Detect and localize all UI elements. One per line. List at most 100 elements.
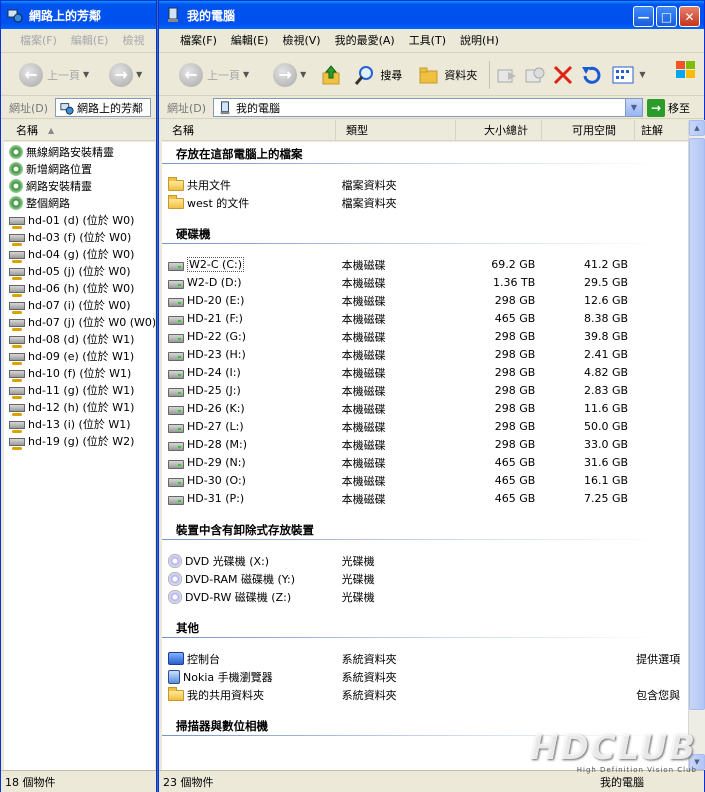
menu-tools[interactable]: 工具(T) [402,31,453,51]
group-header[interactable]: 裝置中含有卸除式存放裝置 [176,522,314,538]
col-name[interactable]: 名稱 [162,120,336,140]
file-row[interactable]: HD-22 (G:) 本機磁碟 298 GB 39.8 GB [168,328,688,345]
network-item[interactable]: hd-04 (g) (位於 W0) [9,245,155,263]
group-header[interactable]: 掃描器與數位相機 [176,718,268,734]
file-row[interactable]: W2-D (D:) 本機磁碟 1.36 TB 29.5 GB [168,274,688,291]
left-menu-file[interactable]: 檔案(F) [13,31,64,51]
file-row[interactable]: HD-26 (K:) 本機磁碟 298 GB 11.6 GB [168,400,688,417]
cd-drive-icon [168,571,182,586]
network-item[interactable]: hd-10 (f) (位於 W1) [9,364,155,382]
file-type: 本機磁碟 [341,294,386,308]
file-row[interactable]: HD-25 (J:) 本機磁碟 298 GB 2.83 GB [168,382,688,399]
right-title-bar[interactable]: 我的電腦 — □ ✕ [159,1,704,29]
file-row[interactable]: HD-30 (O:) 本機磁碟 465 GB 16.1 GB [168,472,688,489]
network-item[interactable]: hd-09 (e) (位於 W1) [9,347,155,365]
shared-drive-icon [168,279,184,289]
move-to-button[interactable] [496,59,518,91]
file-row[interactable]: HD-31 (P:) 本機磁碟 465 GB 7.25 GB [168,490,688,507]
views-button[interactable]: ▼ [612,59,645,91]
network-item[interactable]: hd-06 (h) (位於 W0) [9,279,155,297]
network-item[interactable]: 無線網路安裝精靈 [9,143,155,160]
network-drive-icon [9,301,25,314]
group-header[interactable]: 存放在這部電腦上的檔案 [176,146,303,162]
file-row[interactable]: DVD-RAM 磁碟機 (Y:) 光碟機 [168,570,688,587]
left-back-button[interactable]: ← 上一頁 ▼ [19,59,89,91]
file-row[interactable]: HD-24 (I:) 本機磁碟 298 GB 4.82 GB [168,364,688,381]
file-type: 本機磁碟 [341,402,386,416]
views-dropdown-icon[interactable]: ▼ [639,70,645,79]
minimize-button[interactable]: — [633,6,654,27]
maximize-button[interactable]: □ [656,6,677,27]
network-item[interactable]: hd-07 (j) (位於 W0 (W0)) [9,313,155,331]
file-row[interactable]: W2-C (C:) 本機磁碟 69.2 GB 41.2 GB [168,256,688,273]
group-header[interactable]: 硬碟機 [176,226,211,242]
file-row[interactable]: HD-29 (N:) 本機磁碟 465 GB 31.6 GB [168,454,688,471]
network-item[interactable]: hd-08 (d) (位於 W1) [9,330,155,348]
file-row[interactable]: 我的共用資料夾 系統資料夾 包含您與 [168,686,688,703]
left-menu-edit[interactable]: 編輯(E) [64,31,116,51]
file-row[interactable]: HD-27 (L:) 本機磁碟 298 GB 50.0 GB [168,418,688,435]
menu-favorites[interactable]: 我的最愛(A) [328,31,402,51]
menu-edit[interactable]: 編輯(E) [224,31,276,51]
left-address-input[interactable]: 網路上的芳鄰 [55,98,151,117]
file-row[interactable]: Nokia 手機瀏覽器 系統資料夾 [168,668,688,685]
network-item[interactable]: hd-07 (i) (位於 W0) [9,296,155,314]
go-button[interactable]: 移至 [668,100,690,116]
file-free-space: 16.1 GB [584,474,629,487]
close-button[interactable]: ✕ [679,6,700,27]
file-row[interactable]: west 的文件 檔案資料夾 [168,194,688,211]
folders-button[interactable]: 資料夾 [418,59,477,91]
file-row[interactable]: DVD 光碟機 (X:) 光碟機 [168,552,688,569]
menu-file[interactable]: 檔案(F) [173,31,224,51]
file-row[interactable]: HD-20 (E:) 本機磁碟 298 GB 12.6 GB [168,292,688,309]
scroll-up-button[interactable]: ▲ [689,120,705,136]
network-item[interactable]: hd-13 (i) (位於 W1) [9,415,155,433]
file-row[interactable]: HD-28 (M:) 本機磁碟 298 GB 33.0 GB [168,436,688,453]
up-folder-button[interactable] [320,59,342,91]
file-row[interactable]: DVD-RW 磁碟機 (Z:) 光碟機 [168,588,688,605]
file-row[interactable]: HD-21 (F:) 本機磁碟 465 GB 8.38 GB [168,310,688,327]
address-dropdown-button[interactable]: ▼ [625,99,642,116]
file-row[interactable]: 控制台 系統資料夾 提供選項 [168,650,688,667]
back-dropdown-icon[interactable]: ▼ [243,70,249,79]
left-col-name[interactable]: 名稱 ▲ [4,120,155,140]
address-input[interactable]: 我的電腦 ▼ [213,98,643,117]
col-type[interactable]: 類型 [336,120,456,140]
col-total-size[interactable]: 大小總計 [456,120,542,140]
undo-button[interactable] [580,59,602,91]
file-row[interactable]: HD-23 (H:) 本機磁碟 298 GB 2.41 GB [168,346,688,363]
network-item[interactable]: hd-19 (g) (位於 W2) [9,432,155,450]
left-menu-view[interactable]: 檢視 [115,31,151,51]
network-item-label: hd-01 (d) (位於 W0) [28,213,135,227]
back-dropdown-icon[interactable]: ▼ [83,70,89,79]
file-name-cell: 我的共用資料夾 [168,687,342,703]
network-item[interactable]: hd-03 (f) (位於 W0) [9,228,155,246]
copy-to-button[interactable] [524,59,546,91]
network-item[interactable]: hd-01 (d) (位於 W0) [9,211,155,229]
scroll-thumb[interactable] [689,138,705,710]
col-free-space[interactable]: 可用空間 [542,120,635,140]
network-item[interactable]: 整個網路 [9,194,155,211]
menu-help[interactable]: 說明(H) [453,31,506,51]
menu-view[interactable]: 檢視(V) [275,31,327,51]
file-row[interactable]: 共用文件 檔案資料夾 [168,176,688,193]
search-button[interactable]: 搜尋 [354,59,402,91]
delete-button[interactable] [552,59,574,91]
group-header[interactable]: 其他 [176,620,199,636]
left-file-list: 無線網路安裝精靈 新增網路位置 網路安裝精靈 整個網路 hd-01 (d) (位於 W0… [4,142,155,770]
network-item[interactable]: hd-11 (g) (位於 W1) [9,381,155,399]
forward-dropdown-icon[interactable]: ▼ [300,70,306,79]
left-forward-button[interactable]: → ▼ [109,59,142,91]
network-item[interactable]: hd-05 (j) (位於 W0) [9,262,155,280]
network-item[interactable]: 新增網路位置 [9,160,155,177]
back-button[interactable]: ← 上一頁 ▼ [179,59,249,91]
col-comment[interactable]: 註解 [635,120,688,140]
forward-dropdown-icon[interactable]: ▼ [136,70,142,79]
file-name-cell: HD-29 (N:) [168,456,342,469]
network-item[interactable]: hd-12 (h) (位於 W1) [9,398,155,416]
forward-button[interactable]: → ▼ [273,59,306,91]
vertical-scrollbar[interactable]: ▲ ▼ [688,120,705,770]
network-item[interactable]: 網路安裝精靈 [9,177,155,194]
go-arrow-icon[interactable]: → [647,98,665,117]
left-title-bar[interactable]: 網路上的芳鄰 [1,1,156,29]
